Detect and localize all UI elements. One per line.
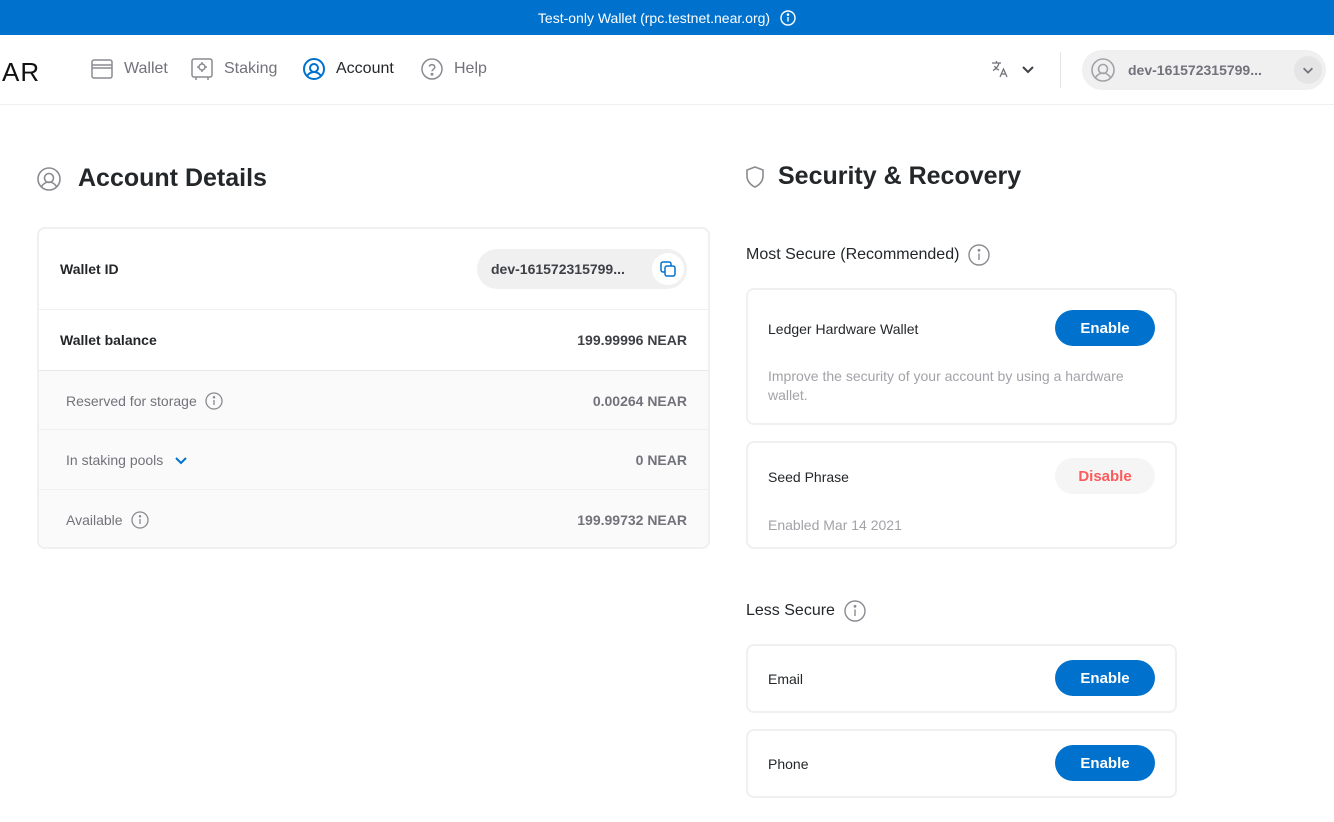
translate-icon — [992, 61, 1008, 78]
help-icon — [421, 58, 443, 80]
most-secure-label: Most Secure (Recommended) — [746, 246, 960, 263]
account-details-card: Wallet ID dev-161572315799... Wallet bal… — [37, 227, 710, 549]
ledger-card: Ledger Hardware Wallet Enable Improve th… — [746, 288, 1177, 425]
copy-button[interactable] — [652, 253, 684, 285]
nav-account-label: Account — [336, 60, 394, 77]
wallet-id-row: Wallet ID dev-161572315799... — [39, 229, 708, 309]
chevron-down-icon — [1303, 67, 1313, 74]
security-title: Security & Recovery — [778, 162, 1022, 190]
staking-pools-value: 0 NEAR — [635, 451, 687, 468]
account-details-title: Account Details — [78, 164, 267, 192]
reserved-storage-row: Reserved for storage 0.00264 NEAR — [39, 371, 708, 430]
seed-phrase-disable-button[interactable]: Disable — [1055, 458, 1155, 494]
reserved-storage-text: Reserved for storage — [66, 392, 197, 409]
account-chevron[interactable] — [1294, 56, 1322, 84]
available-text: Available — [66, 511, 123, 528]
info-icon[interactable] — [844, 600, 866, 622]
wallet-icon — [91, 59, 113, 79]
account-dropdown[interactable]: dev-161572315799... — [1082, 50, 1326, 90]
reserved-storage-label: Reserved for storage — [66, 391, 223, 410]
nav-divider — [1060, 52, 1061, 88]
less-secure-heading: Less Secure — [746, 600, 866, 622]
chevron-down-icon[interactable] — [173, 452, 189, 468]
available-value: 199.99732 NEAR — [577, 511, 687, 528]
wallet-balance-row: Wallet balance 199.99996 NEAR — [39, 310, 708, 370]
nav-staking-label: Staking — [224, 60, 278, 77]
shield-icon — [746, 165, 764, 188]
nav-help-label: Help — [454, 60, 487, 77]
email-enable-button[interactable]: Enable — [1055, 660, 1155, 696]
info-icon[interactable] — [205, 391, 223, 410]
info-icon[interactable] — [780, 9, 796, 26]
nav-help[interactable]: Help — [420, 57, 487, 81]
nav-wallet[interactable]: Wallet — [90, 57, 168, 81]
ledger-title: Ledger Hardware Wallet — [768, 321, 919, 337]
account-details-heading: Account Details — [36, 164, 267, 193]
chevron-down-icon — [1022, 66, 1034, 74]
wallet-id-pill: dev-161572315799... — [477, 249, 687, 289]
security-heading: Security & Recovery — [744, 162, 1021, 191]
staking-pools-text: In staking pools — [66, 451, 164, 468]
staking-pools-row[interactable]: In staking pools 0 NEAR — [39, 430, 708, 489]
seed-phrase-status: Enabled Mar 14 2021 — [768, 517, 902, 533]
reserved-storage-value: 0.00264 NEAR — [592, 392, 687, 409]
less-secure-label: Less Secure — [746, 602, 835, 619]
ledger-description: Improve the security of your account by … — [768, 368, 1124, 403]
nav-account[interactable]: Account — [302, 57, 394, 81]
seed-phrase-title: Seed Phrase — [768, 469, 849, 485]
testnet-banner: Test-only Wallet (rpc.testnet.near.org) — [0, 0, 1334, 35]
staking-pools-label: In staking pools — [66, 452, 189, 468]
ledger-enable-button[interactable]: Enable — [1055, 310, 1155, 346]
wallet-balance-label: Wallet balance — [60, 332, 157, 348]
seed-phrase-card: Seed Phrase Disable Enabled Mar 14 2021 — [746, 441, 1177, 549]
account-icon — [303, 58, 325, 80]
copy-icon — [660, 261, 676, 277]
account-name: dev-161572315799... — [1128, 62, 1262, 78]
banner-text: Test-only Wallet (rpc.testnet.near.org) — [537, 9, 771, 26]
email-card: Email Enable — [746, 644, 1177, 713]
available-row: Available 199.99732 NEAR — [39, 490, 708, 547]
wallet-balance-value: 199.99996 NEAR — [577, 332, 687, 348]
phone-card: Phone Enable — [746, 729, 1177, 798]
near-logo[interactable]: AR — [2, 57, 40, 88]
phone-enable-button[interactable]: Enable — [1055, 745, 1155, 781]
most-secure-heading: Most Secure (Recommended) — [746, 244, 991, 266]
staking-icon — [191, 58, 213, 80]
wallet-id-label: Wallet ID — [60, 261, 119, 277]
avatar-icon — [1091, 58, 1115, 82]
language-selector[interactable] — [990, 59, 1036, 79]
wallet-id-value: dev-161572315799... — [491, 261, 625, 277]
info-icon[interactable] — [130, 510, 149, 529]
available-label: Available — [66, 510, 149, 529]
email-title: Email — [768, 671, 804, 687]
nav-staking[interactable]: Staking — [190, 57, 277, 81]
nav-wallet-label: Wallet — [124, 60, 168, 77]
info-icon[interactable] — [968, 244, 991, 266]
phone-title: Phone — [768, 756, 809, 772]
top-nav: AR Wallet Staking Account Help dev-16157… — [0, 35, 1334, 105]
account-icon — [37, 166, 61, 191]
